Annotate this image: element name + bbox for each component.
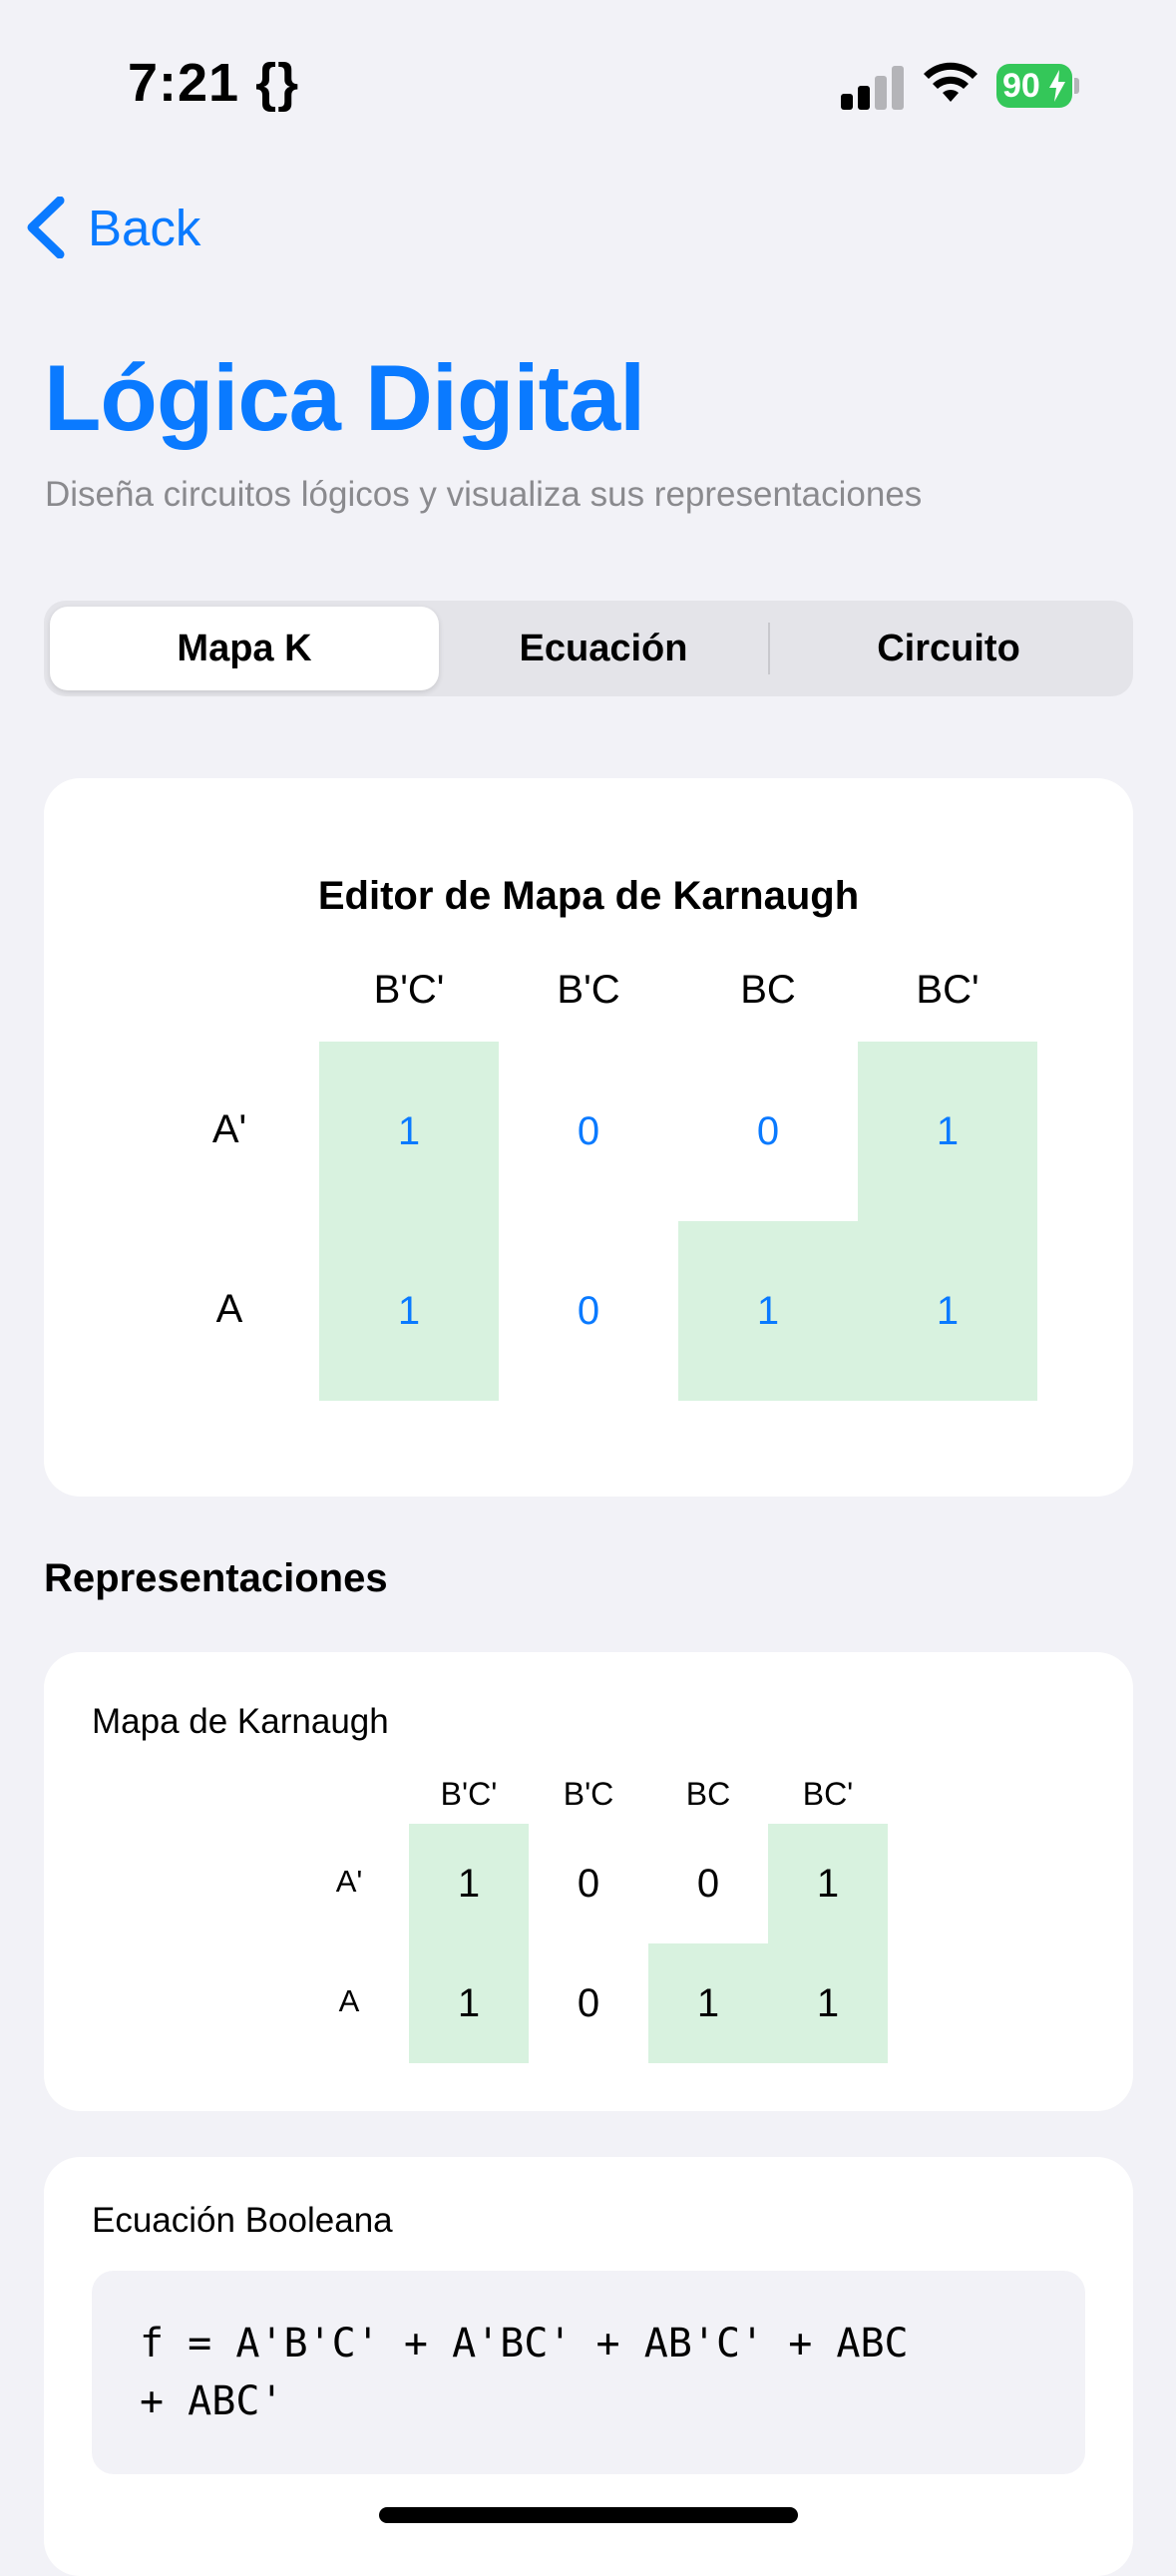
kmap-row-label: A' <box>335 1864 363 1899</box>
kmap-cell[interactable]: 0 <box>678 1042 858 1221</box>
kmap-cell[interactable]: 1 <box>319 1042 499 1221</box>
kmap-cell: 1 <box>696 1981 720 2025</box>
kmap-cell[interactable]: 1 <box>858 1221 1037 1401</box>
chevron-left-icon <box>27 197 65 258</box>
kmap-editor-card: Editor de Mapa de Karnaugh B'C' B'C BC B… <box>44 778 1133 1497</box>
section-title-representaciones: Representaciones <box>44 1556 388 1600</box>
equation-label: Ecuación Booleana <box>92 2201 393 2240</box>
kmap-cell[interactable]: 1 <box>858 1042 1037 1221</box>
kmap-cell[interactable]: 1 <box>319 1221 499 1401</box>
kmap-cell: 1 <box>816 1981 840 2025</box>
kmap-column-header: B'C' <box>440 1776 498 1812</box>
tab-mapa-k[interactable]: Mapa K <box>50 607 439 690</box>
tab-ecuacion[interactable]: Ecuación <box>439 607 768 690</box>
home-indicator <box>379 2507 798 2523</box>
kmap-cell: 0 <box>577 1981 600 2025</box>
battery-cap <box>1074 78 1079 94</box>
kmap-editor-title: Editor de Mapa de Karnaugh <box>317 874 860 918</box>
kmap-cell[interactable]: 0 <box>499 1042 678 1221</box>
kmap-row-label: A' <box>211 1107 247 1151</box>
cellular-signal-icon <box>841 64 905 110</box>
app-glyph: {} <box>255 53 300 113</box>
view-segmented-control: Mapa K Ecuación Circuito <box>44 601 1133 696</box>
page-subtitle: Diseña circuitos lógicos y visualiza sus… <box>45 475 923 514</box>
kmap-column-header: BC <box>740 968 796 1012</box>
wifi-icon <box>924 62 978 102</box>
kmap-row-label: A <box>215 1287 243 1331</box>
back-button[interactable]: Back <box>24 192 200 263</box>
status-time: 7:21 {} <box>128 53 300 113</box>
kmap-column-header: B'C' <box>373 968 445 1012</box>
back-label: Back <box>88 199 201 256</box>
kmap-representation-card: Mapa de Karnaugh B'C' B'C BC BC' A' A 1 … <box>44 1652 1133 2111</box>
kmap-column-header: BC' <box>916 968 980 1012</box>
page-title: Lógica Digital <box>44 345 645 450</box>
kmap-cell: 1 <box>457 1862 481 1906</box>
kmap-cell: 1 <box>816 1862 840 1906</box>
kmap-cell: 1 <box>457 1981 481 2025</box>
kmap-cell[interactable]: 1 <box>678 1221 858 1401</box>
boolean-equation: f = A'B'C' + A'BC' + AB'C' + ABC + ABC' <box>140 2321 909 2424</box>
kmap-cell[interactable]: 0 <box>499 1221 678 1401</box>
kmap-cell: 0 <box>696 1862 720 1906</box>
kmap-column-header: BC' <box>802 1776 854 1812</box>
kmap-representation-label: Mapa de Karnaugh <box>92 1702 389 1741</box>
kmap-cell: 0 <box>577 1862 600 1906</box>
kmap-column-header: B'C <box>563 1776 614 1812</box>
kmap-column-header: B'C <box>557 968 620 1012</box>
tab-circuito[interactable]: Circuito <box>770 607 1127 690</box>
battery-level: 90 <box>1002 66 1040 105</box>
kmap-row-label: A <box>338 1983 360 2018</box>
charging-bolt-icon <box>1049 70 1065 102</box>
kmap-column-header: BC <box>685 1776 731 1812</box>
